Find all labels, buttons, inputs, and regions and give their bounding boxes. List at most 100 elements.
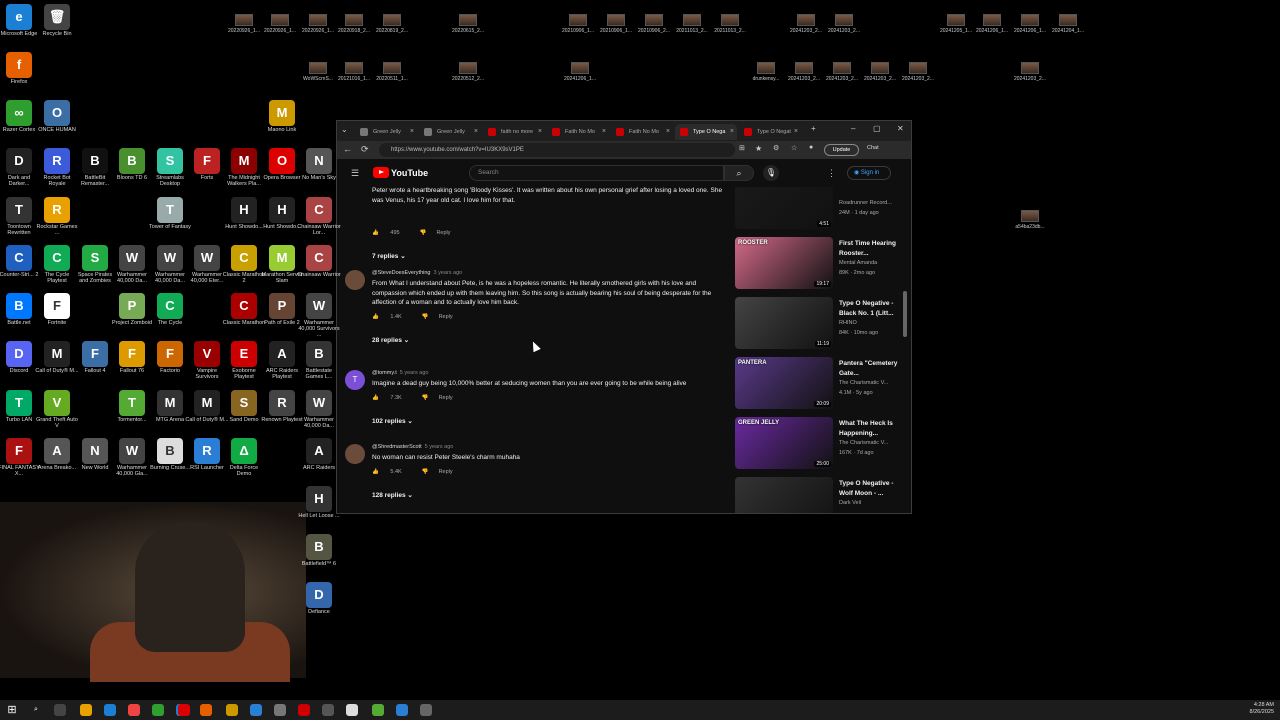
thumbs-down-icon[interactable]: 👎: [422, 395, 429, 401]
reply-button[interactable]: Reply: [439, 395, 453, 401]
desktop-icon[interactable]: 🗑 Recycle Bin: [35, 4, 79, 37]
desktop-file[interactable]: 20220926_1...: [224, 14, 264, 34]
browser-tab[interactable]: Type O Negat ×: [739, 124, 801, 140]
channel-name[interactable]: The Charismatic V...: [839, 440, 903, 446]
app-icon[interactable]: [274, 704, 286, 716]
desktop-file[interactable]: 20220511_1...: [372, 62, 412, 82]
search-icon[interactable]: ⌕: [30, 704, 42, 716]
video-card[interactable]: ROOSTER 19:17 First Time Hearing Rooster..…: [735, 237, 905, 293]
close-icon[interactable]: ×: [538, 124, 542, 140]
sign-in-button[interactable]: ◉ Sign in: [847, 166, 891, 180]
desktop-file[interactable]: 20241206_1...: [972, 14, 1012, 34]
chrome-icon[interactable]: [128, 704, 140, 716]
reply-button[interactable]: Reply: [439, 469, 453, 475]
youtube-logo-icon[interactable]: [373, 167, 389, 178]
desktop-file[interactable]: 20210906_1...: [558, 14, 598, 34]
video-thumbnail[interactable]: ROOSTER 19:17: [735, 237, 833, 289]
desktop-icon[interactable]: W Warhammer 40,000 Da...: [297, 390, 341, 429]
close-icon[interactable]: ×: [602, 124, 606, 140]
desktop-icon[interactable]: C The Cycle: [148, 293, 192, 326]
minimize-icon[interactable]: –: [851, 124, 855, 133]
desktop-file[interactable]: drunkensy...: [746, 62, 786, 82]
desktop-file[interactable]: 20211013_2...: [672, 14, 712, 34]
more-options-icon[interactable]: ⋮: [827, 168, 836, 179]
browser-tab[interactable]: Green Jelly ×: [355, 124, 417, 140]
extension-icon[interactable]: ⚙: [773, 144, 779, 152]
desktop-file[interactable]: 20241206_1...: [1010, 14, 1050, 34]
video-title[interactable]: Love You To ...: [839, 187, 903, 189]
close-icon[interactable]: ×: [474, 124, 478, 140]
star-icon[interactable]: ★: [755, 144, 762, 153]
desktop-file[interactable]: 20220512_2...: [448, 62, 488, 82]
desktop-icon[interactable]: O ONCE HUMAN: [35, 100, 79, 133]
close-icon[interactable]: ×: [730, 124, 734, 140]
channel-name[interactable]: Mental Amanda: [839, 260, 903, 266]
desktop-icon[interactable]: B Battlefield™ 6: [297, 534, 341, 567]
channel-name[interactable]: Roadrunner Record...: [839, 200, 903, 206]
video-thumbnail[interactable]: GREEN JELLY 25:00: [735, 417, 833, 469]
video-thumbnail[interactable]: PANTERA 20:09: [735, 357, 833, 409]
replies-toggle[interactable]: 28 replies ⌄: [372, 336, 409, 344]
video-card[interactable]: 4:51 Love You To ... Roadrunner Record... 2…: [735, 187, 905, 233]
video-card[interactable]: PANTERA 20:09 Pantera "Cemetery Gate... The…: [735, 357, 905, 413]
new-tab-icon[interactable]: +: [811, 124, 816, 133]
reply-button[interactable]: Reply: [439, 314, 453, 320]
tab-actions-icon[interactable]: ⌄: [341, 125, 348, 134]
close-icon[interactable]: ×: [410, 124, 414, 140]
maximize-icon[interactable]: ▢: [873, 124, 881, 133]
video-thumbnail[interactable]: 4:51: [735, 187, 833, 229]
channel-name[interactable]: RHINO: [839, 320, 903, 326]
desktop-file[interactable]: a54ba23db...: [1010, 210, 1050, 230]
close-icon[interactable]: ×: [794, 124, 798, 140]
desktop-icon[interactable]: H Hell Let Loose ...: [297, 486, 341, 519]
desktop-file[interactable]: 20241203_2...: [824, 14, 864, 34]
app-icon[interactable]: [372, 704, 384, 716]
desktop-icon[interactable]: W Warhammer 40,000 Survivors ...: [297, 293, 341, 339]
app-icon[interactable]: [322, 704, 334, 716]
firefox-icon[interactable]: [200, 704, 212, 716]
like-button[interactable]: 👍 495: [372, 230, 410, 236]
thumbs-down-icon[interactable]: 👎: [422, 314, 429, 320]
browser-tab[interactable]: Faith No Mo ×: [611, 124, 673, 140]
desktop-icon[interactable]: T Tower of Fantasy: [148, 197, 192, 230]
close-icon[interactable]: ×: [666, 124, 670, 140]
search-button[interactable]: ⌕: [724, 165, 754, 181]
desktop-file[interactable]: WoWScrnS...: [298, 62, 338, 82]
desktop-file[interactable]: 20241203_2...: [784, 62, 824, 82]
avatar[interactable]: T: [345, 370, 365, 390]
profile-icon[interactable]: ●: [809, 144, 813, 151]
desktop-icon[interactable]: B Battlestate Games L...: [297, 341, 341, 380]
desktop-file[interactable]: 20241205_1...: [936, 14, 976, 34]
desktop-icon[interactable]: f Firefox: [0, 52, 41, 85]
desktop-file[interactable]: 20220926_1...: [298, 14, 338, 34]
avatar[interactable]: [345, 444, 365, 464]
desktop-file[interactable]: 20211013_2...: [710, 14, 750, 34]
desktop-file[interactable]: 20241203_2...: [1010, 62, 1050, 82]
close-window-icon[interactable]: ✕: [897, 124, 904, 133]
desktop-icon[interactable]: R Rockstar Games ...: [35, 197, 79, 236]
system-clock[interactable]: 4:28 AM 8/26/2025: [1250, 702, 1274, 716]
reload-icon[interactable]: ⟳: [361, 144, 369, 155]
browser-tab[interactable]: Type O Nega ×: [675, 124, 737, 140]
video-thumbnail[interactable]: 11:19: [735, 297, 833, 349]
like-button[interactable]: 👍 7.3K: [372, 395, 412, 401]
desktop-file[interactable]: 20220926_1...: [260, 14, 300, 34]
app-icon[interactable]: [226, 704, 238, 716]
like-button[interactable]: 👍 5.4K: [372, 469, 412, 475]
task-view-icon[interactable]: [54, 704, 66, 716]
opera-icon[interactable]: [178, 704, 190, 716]
browser-tab[interactable]: Faith No Mo ×: [547, 124, 609, 140]
desktop-file[interactable]: 20220615_2...: [448, 14, 488, 34]
chat-button[interactable]: Chat: [867, 145, 879, 151]
desktop-icon[interactable]: A ARC Raiders: [297, 438, 341, 471]
video-title[interactable]: Type O Negative - Wolf Moon - ...: [839, 479, 903, 498]
replies-toggle[interactable]: 7 replies ⌄: [372, 252, 406, 260]
desktop-icon[interactable]: N No Man's Sky: [297, 148, 341, 181]
desktop-file[interactable]: 20241206_1...: [560, 62, 600, 82]
desktop-file[interactable]: 20241203_2...: [822, 62, 862, 82]
desktop-icon[interactable]: V Grand Theft Auto V: [35, 390, 79, 429]
app-icon[interactable]: [346, 704, 358, 716]
desktop-file[interactable]: 20241203_2...: [786, 14, 826, 34]
video-card[interactable]: GREEN JELLY 25:00 What The Heck Is Happeni…: [735, 417, 905, 473]
comment-time[interactable]: 5 years ago: [400, 370, 429, 376]
